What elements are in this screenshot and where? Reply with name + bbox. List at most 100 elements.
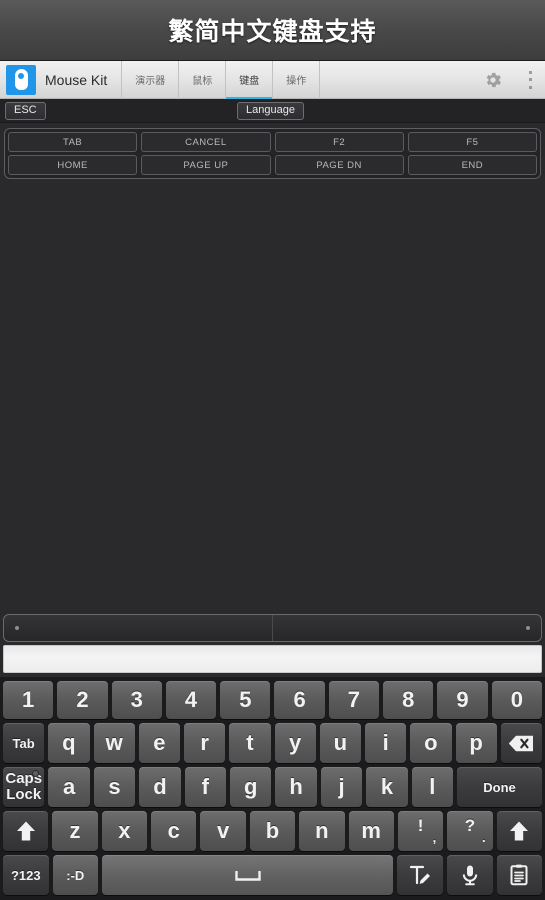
key-d[interactable]: d — [139, 767, 181, 807]
tab-keyboard-label: 键盘 — [239, 76, 260, 87]
key-u[interactable]: u — [319, 723, 361, 763]
key-voice-input[interactable] — [446, 855, 493, 895]
key-c[interactable]: c — [151, 811, 197, 851]
key-j[interactable]: j — [320, 767, 363, 807]
key-7[interactable]: 7 — [328, 681, 380, 719]
key-f5[interactable]: F5 — [407, 132, 537, 152]
bottom-section: 1 2 3 4 5 6 7 8 9 0 Tab q w e r t y u i … — [0, 610, 545, 900]
key-question-period[interactable]: ? . — [447, 811, 493, 851]
key-exclaim-comma[interactable]: ! , — [397, 811, 444, 851]
key-5[interactable]: 5 — [220, 681, 271, 719]
key-n[interactable]: n — [299, 811, 345, 851]
keyboard-row-home: Caps Lock a s d f g h j k l Done — [3, 767, 542, 807]
handwriting-icon — [410, 865, 431, 885]
shift-icon — [16, 821, 35, 841]
key-symbols[interactable]: ?123 — [3, 855, 49, 895]
key-caps-lock[interactable]: Caps Lock — [3, 767, 45, 807]
scroll-strip-wrap — [0, 610, 545, 642]
tab-bar: 演示器 鼠标 键盘 操作 — [121, 60, 483, 100]
key-e[interactable]: e — [138, 723, 180, 763]
keyboard-row-shift: z x c v b n m ! , ? . — [3, 811, 542, 851]
key-a[interactable]: a — [48, 767, 90, 807]
key-done[interactable]: Done — [457, 767, 542, 807]
key-1[interactable]: 1 — [3, 681, 54, 719]
key-x[interactable]: x — [101, 811, 148, 851]
key-b[interactable]: b — [249, 811, 296, 851]
key-exclaim-label: ! — [417, 816, 424, 836]
key-l[interactable]: l — [411, 767, 454, 807]
key-9[interactable]: 9 — [437, 681, 488, 719]
key-0[interactable]: 0 — [491, 681, 542, 719]
scroll-strip[interactable] — [3, 614, 542, 642]
caps-lock-label-2: Lock — [6, 786, 42, 803]
tab-keyboard[interactable]: 键盘 — [226, 60, 274, 100]
key-end[interactable]: END — [407, 155, 537, 175]
tab-actions-label: 操作 — [286, 76, 307, 87]
key-h[interactable]: h — [275, 767, 317, 807]
key-home[interactable]: HOME — [8, 155, 138, 175]
key-6[interactable]: 6 — [274, 681, 325, 719]
tab-mouse[interactable]: 鼠标 — [179, 60, 227, 99]
key-page-dn[interactable]: PAGE DN — [274, 155, 404, 175]
key-tab-soft[interactable]: Tab — [3, 723, 45, 763]
key-comma-label: , — [432, 830, 437, 846]
soft-keyboard: 1 2 3 4 5 6 7 8 9 0 Tab q w e r t y u i … — [0, 677, 545, 900]
shortcut-toolbar: ESC Language — [0, 99, 545, 123]
function-key-row-1: TAB CANCEL F2 F5 — [8, 132, 537, 152]
key-f2[interactable]: F2 — [274, 132, 404, 152]
app-title: Mouse Kit — [45, 71, 108, 88]
space-icon — [235, 870, 261, 881]
scroll-strip-left[interactable] — [4, 615, 273, 641]
key-f[interactable]: f — [184, 767, 227, 807]
key-t[interactable]: t — [229, 723, 271, 763]
key-4[interactable]: 4 — [165, 681, 217, 719]
language-button[interactable]: Language — [237, 101, 304, 120]
key-handwriting[interactable] — [397, 855, 443, 895]
keyboard-row-bottom: ?123 :-D — [3, 855, 543, 895]
key-k[interactable]: k — [366, 767, 408, 807]
overflow-menu-icon[interactable] — [523, 70, 537, 89]
key-y[interactable]: y — [274, 723, 316, 763]
key-clipboard[interactable] — [496, 855, 543, 895]
banner-title: 繁简中文键盘支持 — [168, 18, 377, 46]
key-shift-right[interactable] — [496, 811, 542, 851]
function-key-row-2: HOME PAGE UP PAGE DN END — [8, 155, 537, 175]
key-emoji[interactable]: :-D — [52, 855, 99, 895]
key-s[interactable]: s — [93, 767, 136, 807]
esc-button[interactable]: ESC — [5, 101, 46, 120]
key-v[interactable]: v — [200, 811, 246, 851]
key-q[interactable]: q — [48, 723, 90, 763]
key-r[interactable]: r — [184, 723, 226, 763]
key-w[interactable]: w — [93, 723, 135, 763]
text-input-field[interactable] — [3, 645, 542, 673]
key-8[interactable]: 8 — [383, 681, 434, 719]
key-shift-left[interactable] — [3, 811, 49, 851]
key-cancel[interactable]: CANCEL — [141, 132, 271, 152]
tab-presenter[interactable]: 演示器 — [121, 60, 180, 99]
key-page-up[interactable]: PAGE UP — [141, 155, 271, 175]
key-i[interactable]: i — [365, 723, 407, 763]
key-p[interactable]: p — [455, 723, 497, 763]
key-backspace[interactable] — [500, 723, 542, 763]
gear-icon[interactable] — [483, 70, 503, 90]
keyboard-row-qwerty: Tab q w e r t y u i o p — [3, 723, 542, 763]
key-z[interactable]: z — [52, 811, 98, 851]
keyboard-row-numbers: 1 2 3 4 5 6 7 8 9 0 — [3, 681, 542, 719]
tab-actions[interactable]: 操作 — [273, 60, 321, 99]
action-bar-right — [483, 70, 537, 90]
key-space[interactable] — [102, 855, 394, 895]
microphone-icon — [462, 865, 477, 886]
key-3[interactable]: 3 — [111, 681, 162, 719]
scroll-dot-left-icon — [15, 626, 19, 630]
key-o[interactable]: o — [410, 723, 452, 763]
key-m[interactable]: m — [348, 811, 394, 851]
key-period-label: . — [481, 830, 486, 846]
clipboard-icon — [510, 864, 528, 886]
key-tab[interactable]: TAB — [8, 132, 138, 152]
app-root: 繁简中文键盘支持 Mouse Kit 演示器 鼠标 键盘 操作 ESC Lang… — [0, 0, 545, 900]
key-question-label: ? — [464, 816, 476, 836]
key-g[interactable]: g — [230, 767, 272, 807]
scroll-strip-right[interactable] — [273, 615, 541, 641]
key-2[interactable]: 2 — [57, 681, 108, 719]
keyboard-canvas-area[interactable] — [0, 183, 545, 590]
